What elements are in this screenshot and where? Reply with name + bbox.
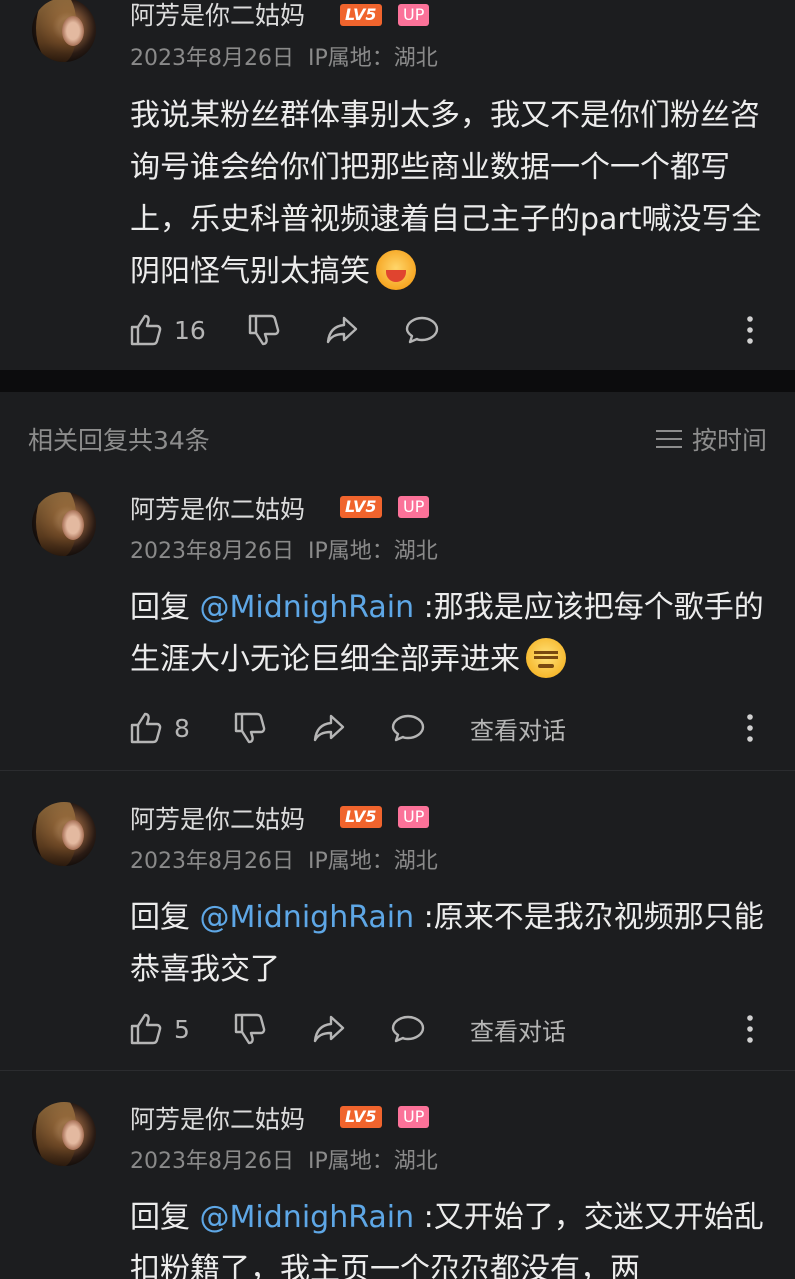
like-button[interactable]: 16 (128, 312, 206, 348)
reply-prefix: 回复 (130, 1200, 200, 1235)
comment-date: 2023年8月26日 (130, 849, 294, 874)
share-icon (313, 714, 345, 742)
ip-location: IP属地：湖北 (307, 539, 438, 564)
up-badge: UP (398, 806, 430, 828)
username[interactable]: 阿芳是你二姑妈 (130, 490, 305, 526)
like-button[interactable]: 5 (128, 1011, 190, 1047)
action-row: 8 查看对话 (128, 710, 768, 746)
view-conversation-button[interactable]: 查看对话 (470, 1011, 566, 1047)
comment-body: 我说某粉丝群体事别太多，我又不是你们粉丝咨询号谁会给你们把那些商业数据一个一个都… (130, 98, 762, 289)
smirk-emoji-icon (526, 637, 566, 678)
level-badge: LV5 (340, 806, 382, 828)
dislike-button[interactable] (232, 1011, 268, 1047)
ip-location: IP属地：湖北 (307, 849, 438, 874)
up-badge: UP (398, 4, 430, 26)
more-options-icon[interactable] (745, 1011, 755, 1047)
action-row: 16 (128, 312, 768, 348)
comment-meta: 2023年8月26日 IP属地：湖北 (130, 40, 438, 72)
more-options-icon[interactable] (745, 312, 755, 348)
username[interactable]: 阿芳是你二姑妈 (130, 800, 305, 836)
like-count: 5 (174, 1014, 190, 1044)
up-badge: UP (398, 1106, 430, 1128)
section-separator (0, 370, 795, 392)
comment-text: 我说某粉丝群体事别太多，我又不是你们粉丝咨询号谁会给你们把那些商业数据一个一个都… (130, 90, 770, 298)
dislike-button[interactable] (246, 312, 282, 348)
avatar[interactable] (32, 0, 96, 62)
dislike-button[interactable] (232, 710, 268, 746)
comment-date: 2023年8月26日 (130, 1149, 294, 1174)
mention-link[interactable]: @MidnighRain (200, 1200, 415, 1235)
up-badge: UP (398, 496, 430, 518)
replies-count: 相关回复共34条 (28, 426, 210, 455)
mention-link[interactable]: @MidnighRain (200, 590, 415, 625)
thumbs-down-icon (234, 712, 266, 744)
main-comment: 阿芳是你二姑妈 LV5 UP 2023年8月26日 IP属地：湖北 我说某粉丝群体… (0, 0, 795, 370)
more-options-icon[interactable] (745, 710, 755, 746)
reply-button[interactable] (390, 710, 426, 746)
avatar[interactable] (32, 1102, 96, 1166)
comment-date: 2023年8月26日 (130, 46, 294, 71)
avatar[interactable] (32, 492, 96, 556)
reply-text: 回复 @MidnighRain :原来不是我尕视频那只能恭喜我交了 (130, 892, 770, 996)
comment-bubble-icon (391, 714, 425, 742)
reply-text: 回复 @MidnighRain :那我是应该把每个歌手的生涯大小无论巨细全部弄进… (130, 582, 770, 686)
reply-button[interactable] (390, 1011, 426, 1047)
like-count: 8 (174, 713, 190, 743)
sort-label: 按时间 (691, 426, 767, 455)
share-button[interactable] (324, 312, 360, 348)
like-count: 16 (174, 315, 206, 345)
like-button[interactable]: 8 (128, 710, 190, 746)
share-icon (313, 1015, 345, 1043)
share-button[interactable] (311, 710, 347, 746)
thumbs-up-icon (130, 314, 162, 346)
share-button[interactable] (311, 1011, 347, 1047)
share-icon (326, 316, 358, 344)
comment-bubble-icon (405, 316, 439, 344)
comment-date: 2023年8月26日 (130, 539, 294, 564)
thumbs-down-icon (234, 1013, 266, 1045)
level-badge: LV5 (340, 496, 382, 518)
comment-bubble-icon (391, 1015, 425, 1043)
username[interactable]: 阿芳是你二姑妈 (130, 0, 305, 32)
reply-prefix: 回复 (130, 900, 200, 935)
thumbs-up-icon (130, 712, 162, 744)
thumbs-up-icon (130, 1013, 162, 1045)
reply-text: 回复 @MidnighRain :又开始了，交迷又开始乱扣粉籍了，我主页一个尕尕… (130, 1192, 770, 1279)
comment-meta: 2023年8月26日 IP属地：湖北 (130, 533, 438, 565)
laughing-emoji-icon (376, 249, 416, 290)
view-conversation-button[interactable]: 查看对话 (470, 710, 566, 746)
username[interactable]: 阿芳是你二姑妈 (130, 1100, 305, 1136)
sort-by-time-button[interactable]: 按时间 (655, 421, 767, 457)
divider (0, 1070, 795, 1071)
thumbs-down-icon (248, 314, 280, 346)
reply-button[interactable] (404, 312, 440, 348)
level-badge: LV5 (340, 4, 382, 26)
avatar[interactable] (32, 802, 96, 866)
ip-location: IP属地：湖北 (307, 1149, 438, 1174)
mention-link[interactable]: @MidnighRain (200, 900, 415, 935)
ip-location: IP属地：湖北 (307, 46, 438, 71)
level-badge: LV5 (340, 1106, 382, 1128)
reply-prefix: 回复 (130, 590, 200, 625)
sort-icon (655, 428, 682, 450)
comment-meta: 2023年8月26日 IP属地：湖北 (130, 1143, 438, 1175)
divider (0, 770, 795, 771)
action-row: 5 查看对话 (128, 1011, 768, 1047)
comment-meta: 2023年8月26日 IP属地：湖北 (130, 843, 438, 875)
